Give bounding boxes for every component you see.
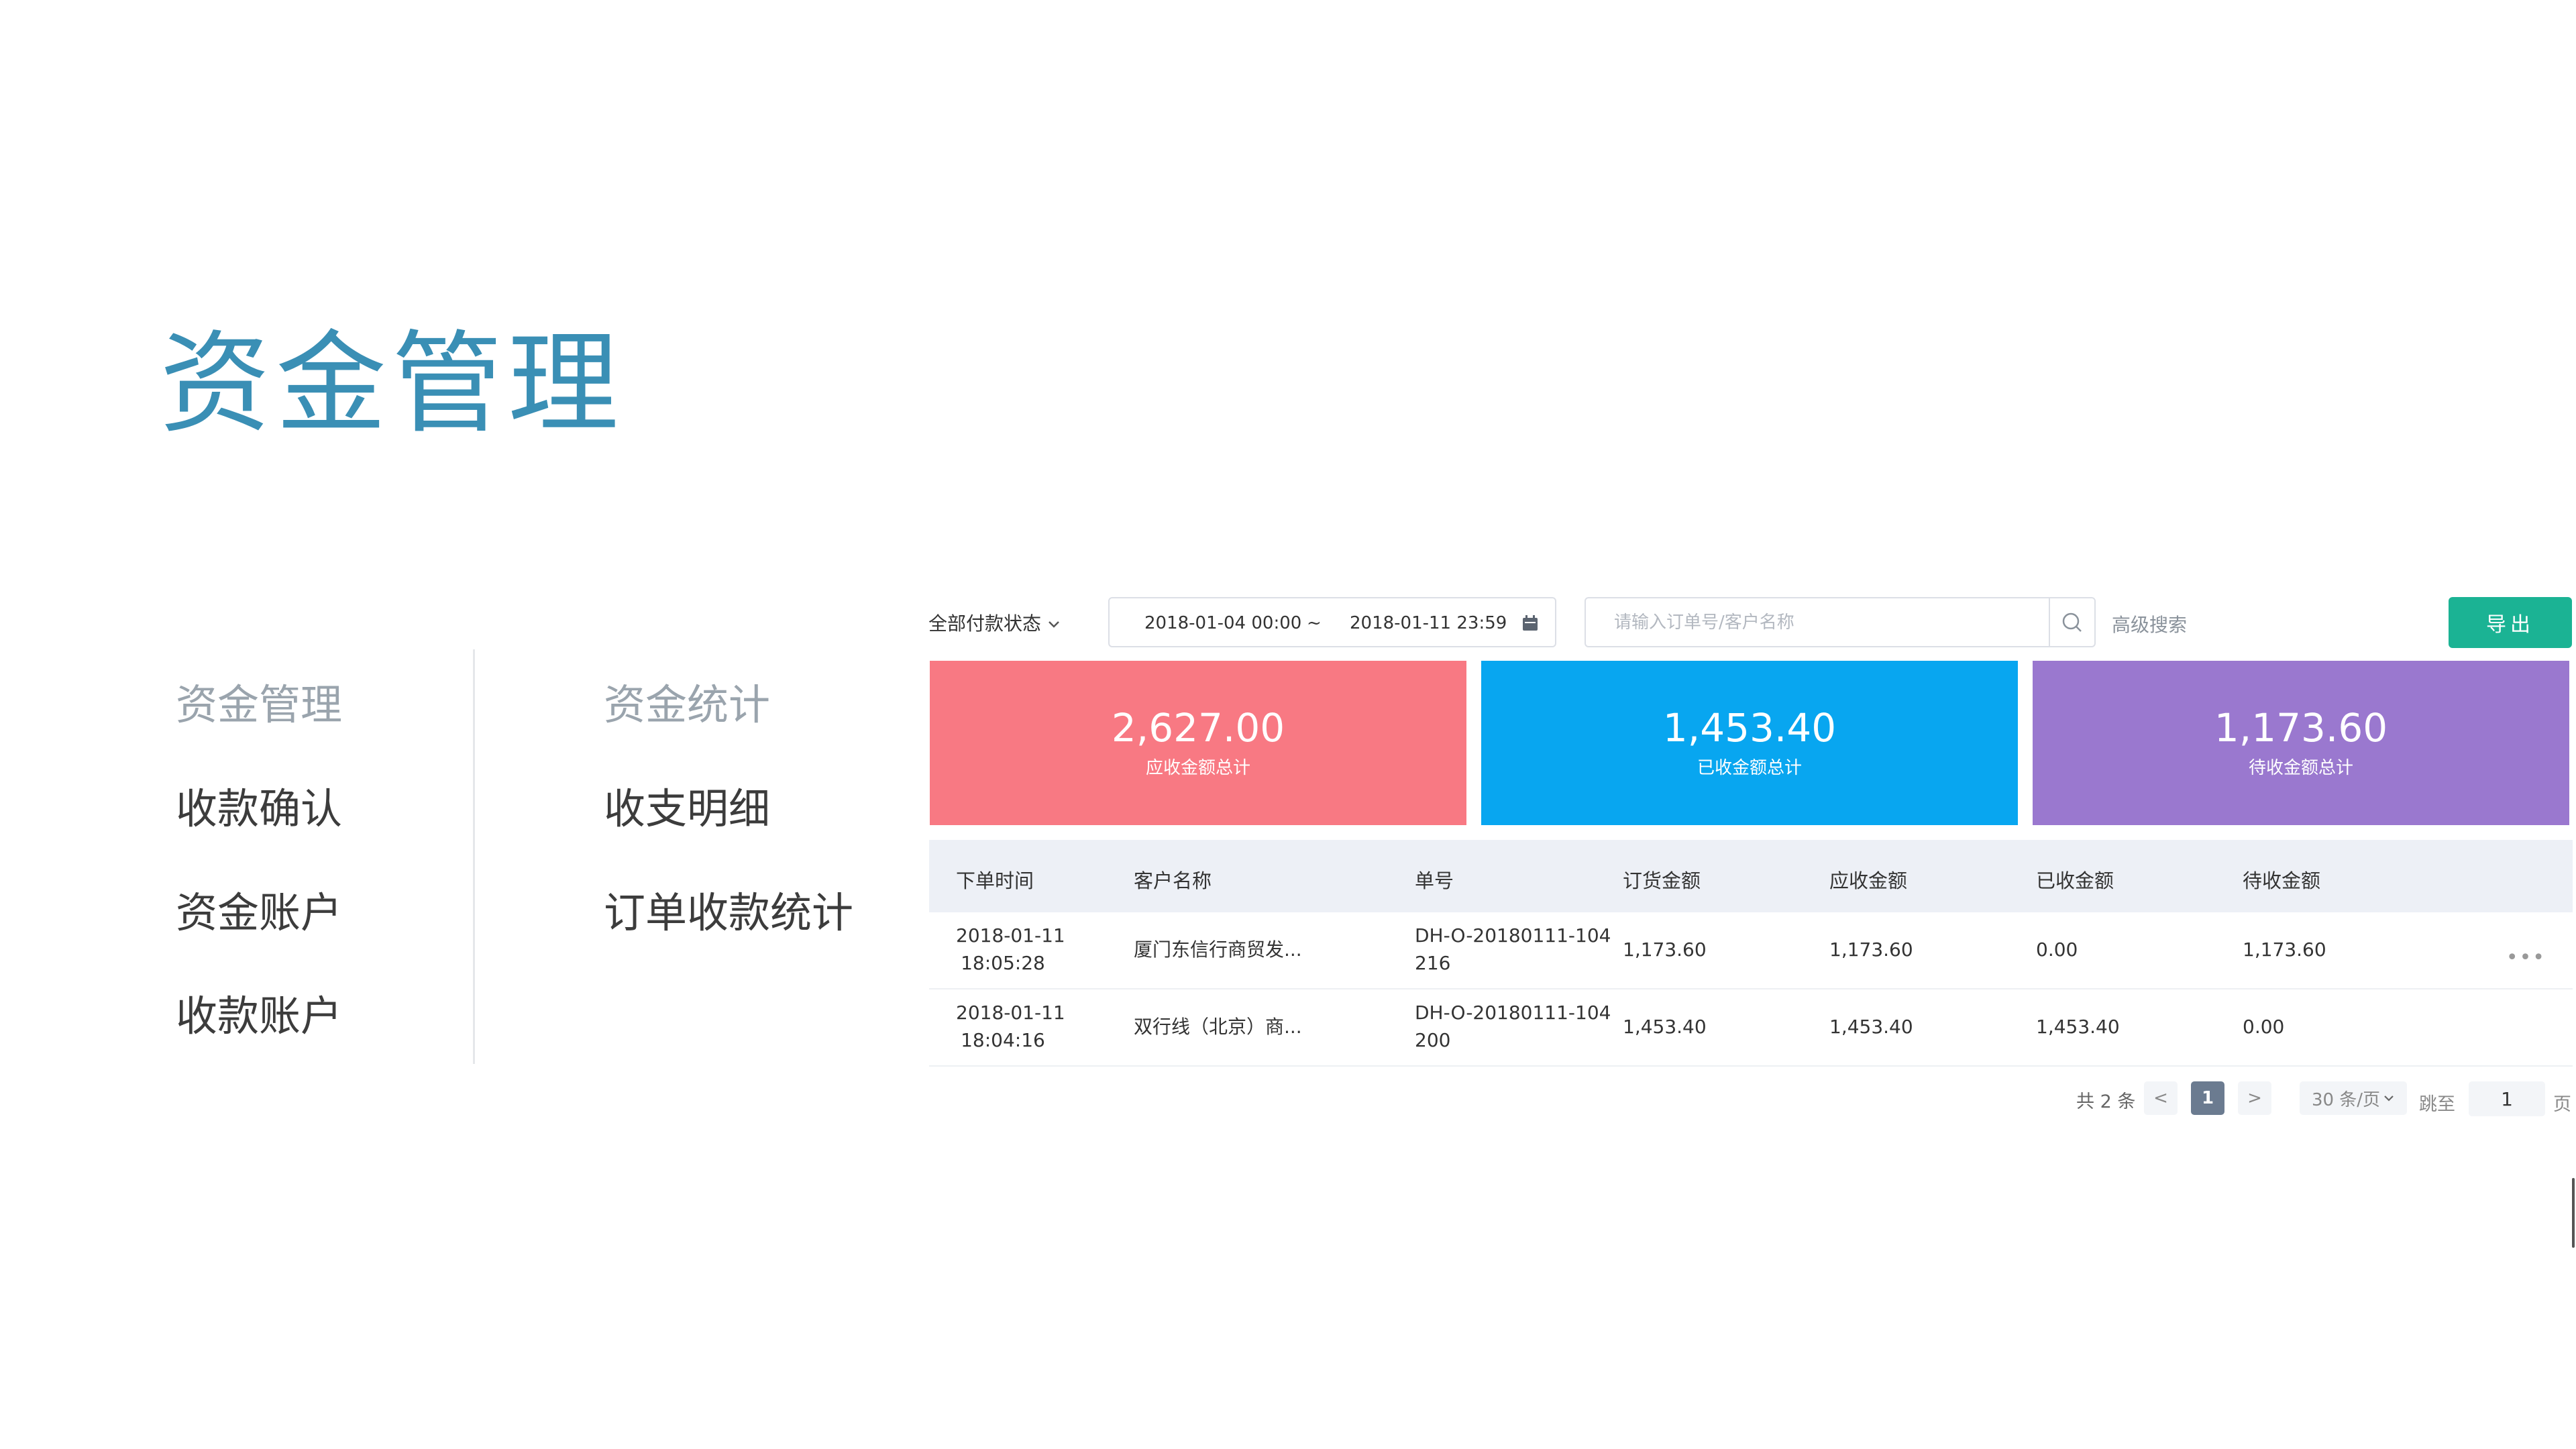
receivable-amount: 1,173.60 (1829, 938, 1913, 961)
menu-item-income-expense-detail[interactable]: 收支明细 (604, 788, 770, 830)
table-row[interactable]: 2018-01-11 18:05:28 厦门东信行商贸发... DH-O-201… (929, 912, 2573, 989)
advanced-search-link[interactable]: 高级搜索 (2112, 610, 2187, 637)
order-time: 2018-01-11 18:04:16 (956, 999, 1065, 1054)
order-number-line1: DH-O-20180111-104 (1415, 1002, 1611, 1024)
receivable-total-value: 2,627.00 (1111, 705, 1285, 751)
search-input[interactable] (1613, 612, 1991, 633)
jump-to-label: 跳至 (2419, 1094, 2455, 1115)
chevron-down-icon (1049, 621, 1059, 628)
pending-total-value: 1,173.60 (2214, 705, 2388, 751)
more-actions-icon[interactable]: ••• (2506, 946, 2546, 969)
menu-item-order-payment-stats[interactable]: 订单收款统计 (604, 892, 853, 934)
chevron-down-icon (2384, 1095, 2394, 1102)
order-date: 2018-01-11 (956, 1002, 1065, 1024)
order-table: 下单时间 客户名称 单号 订货金额 应收金额 已收金额 待收金额 2018-01… (929, 840, 2573, 1067)
menu-item-fund-account[interactable]: 资金账户 (176, 892, 342, 934)
receivable-total-label: 应收金额总计 (1145, 757, 1250, 778)
page-unit-label: 页 (2553, 1094, 2571, 1115)
menu-item-fund-stats[interactable]: 资金统计 (604, 684, 770, 726)
pending-amount: 1,173.60 (2243, 938, 2326, 961)
pending-amount: 0.00 (2243, 1016, 2285, 1038)
date-end: 2018-01-11 23:59 (1350, 613, 1507, 633)
table-row[interactable]: 2018-01-11 18:04:16 双行线（北京）商... DH-O-201… (929, 989, 2573, 1067)
calendar-icon[interactable] (1521, 614, 1539, 632)
menu-item-payment-confirm[interactable]: 收款确认 (176, 788, 342, 830)
order-amount: 1,453.40 (1623, 1016, 1707, 1038)
menu-item-fund-management[interactable]: 资金管理 (176, 684, 342, 726)
page-title: 资金管理 (160, 319, 624, 448)
edge-marker (2572, 1178, 2575, 1248)
received-amount: 1,453.40 (2036, 1016, 2120, 1038)
page-1-button[interactable]: 1 (2191, 1081, 2224, 1115)
receivable-amount: 1,453.40 (1829, 1016, 1913, 1038)
export-button[interactable]: 导出 (2449, 597, 2572, 648)
menu-item-receiving-account[interactable]: 收款账户 (176, 996, 342, 1037)
stat-card-receivable: 2,627.00 应收金额总计 (930, 661, 1466, 825)
col-header-pending: 待收金额 (2243, 869, 2321, 892)
col-header-order-no: 单号 (1415, 869, 1454, 892)
received-total-value: 1,453.40 (1662, 705, 1837, 751)
order-number-line2: 200 (1415, 1029, 1451, 1051)
date-start: 2018-01-04 00:00 (1144, 613, 1302, 633)
date-separator: ~ (1307, 613, 1322, 633)
order-clock: 18:05:28 (961, 952, 1045, 974)
prev-page-button[interactable]: < (2144, 1081, 2178, 1115)
received-total-label: 已收金额总计 (1697, 757, 1802, 778)
customer-name: 双行线（北京）商... (1134, 1016, 1302, 1038)
order-number[interactable]: DH-O-20180111-104 200 (1415, 999, 1611, 1054)
col-header-received: 已收金额 (2036, 869, 2114, 892)
col-header-order-time: 下单时间 (956, 869, 1034, 892)
stat-card-received: 1,453.40 已收金额总计 (1481, 661, 2018, 825)
stat-card-pending: 1,173.60 待收金额总计 (2033, 661, 2569, 825)
col-header-customer: 客户名称 (1134, 869, 1212, 892)
received-amount: 0.00 (2036, 938, 2078, 961)
next-page-button[interactable]: > (2238, 1081, 2271, 1115)
table-header: 下单时间 客户名称 单号 订货金额 应收金额 已收金额 待收金额 (929, 840, 2573, 912)
order-number-line2: 216 (1415, 952, 1451, 974)
pending-total-label: 待收金额总计 (2248, 757, 2353, 778)
order-number[interactable]: DH-O-20180111-104 216 (1415, 922, 1611, 977)
date-range-picker[interactable]: 2018-01-04 00:00 ~ 2018-01-11 23:59 (1108, 597, 1556, 647)
order-number-line1: DH-O-20180111-104 (1415, 924, 1611, 947)
order-amount: 1,173.60 (1623, 938, 1707, 961)
order-time: 2018-01-11 18:05:28 (956, 922, 1065, 977)
pagination-total: 共 2 条 (2076, 1091, 2136, 1112)
payment-status-label: 全部付款状态 (928, 612, 1042, 635)
page-size-select[interactable]: 30 条/页 (2300, 1081, 2407, 1115)
order-clock: 18:04:16 (961, 1029, 1045, 1051)
search-icon (2062, 612, 2082, 632)
menu-divider (473, 649, 475, 1064)
search-field[interactable] (1585, 597, 2096, 647)
payment-status-select[interactable]: 全部付款状态 (928, 609, 1061, 636)
col-header-receivable: 应收金额 (1829, 869, 1908, 892)
order-date: 2018-01-11 (956, 924, 1065, 947)
customer-name: 厦门东信行商贸发... (1134, 938, 1302, 961)
col-header-order-amount: 订货金额 (1623, 869, 1701, 892)
search-button[interactable] (2049, 598, 2094, 646)
page-size-label: 30 条/页 (2311, 1089, 2381, 1110)
jump-page-input[interactable] (2469, 1081, 2545, 1116)
